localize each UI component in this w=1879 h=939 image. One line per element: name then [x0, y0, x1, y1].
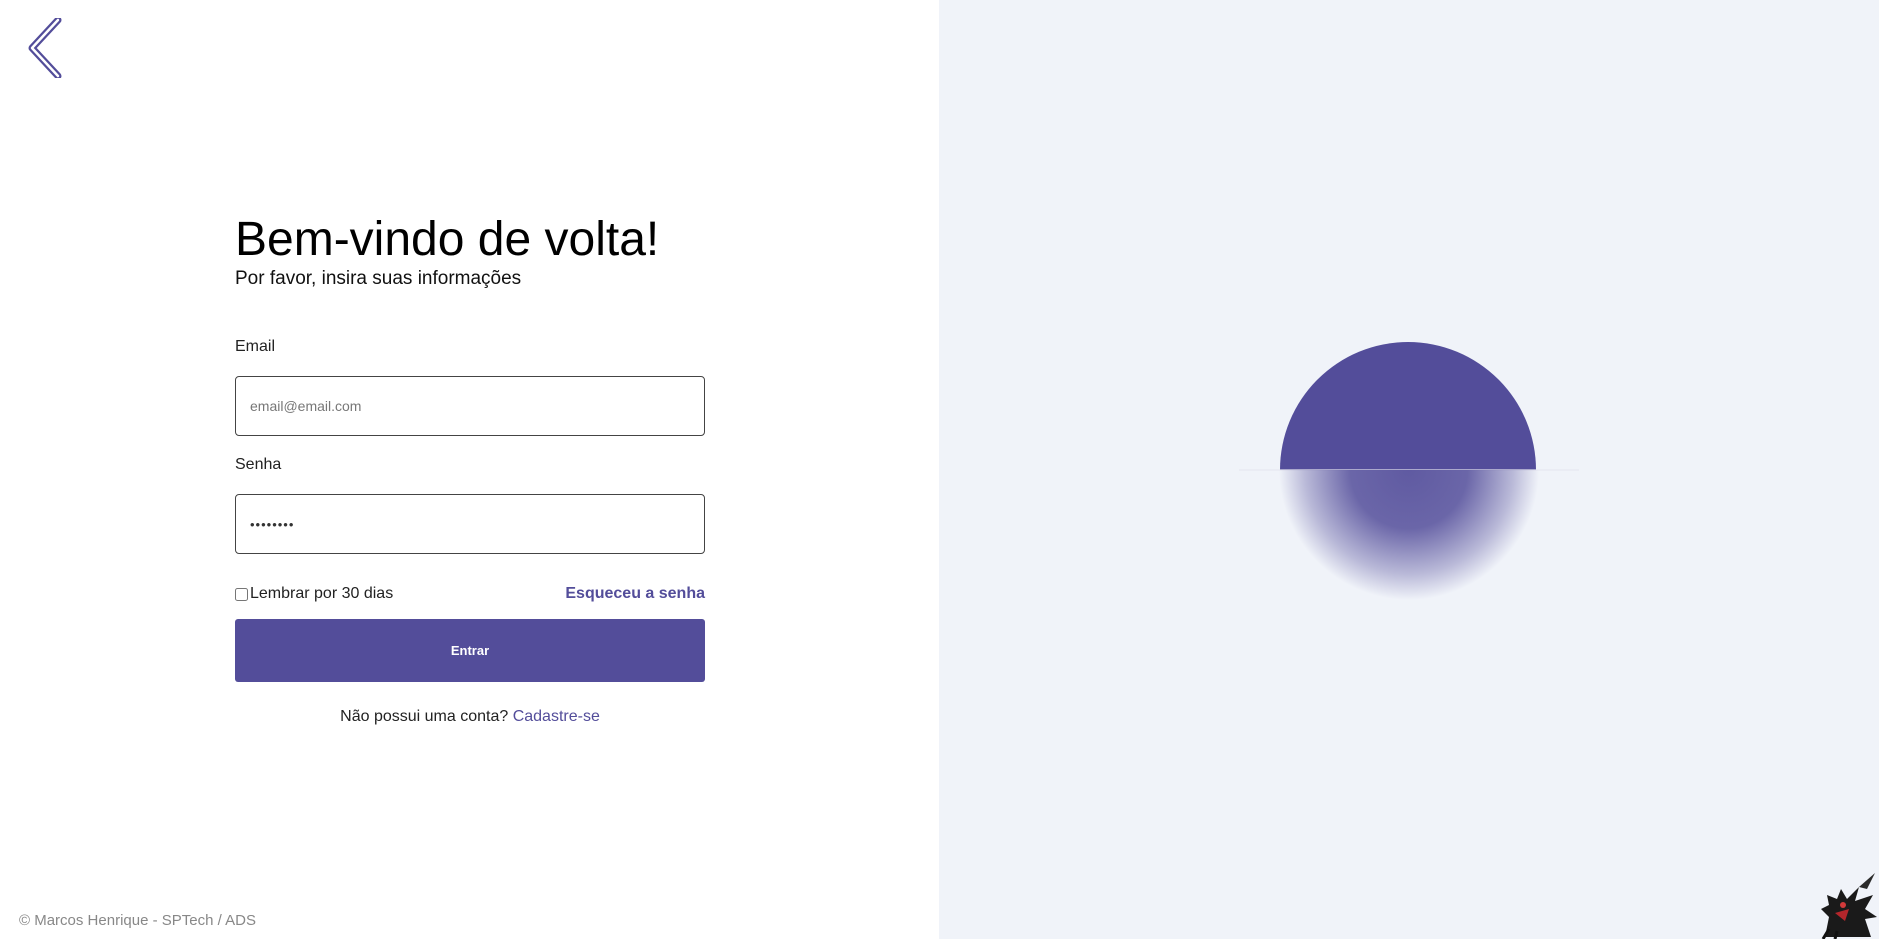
- page-title: Bem-vindo de volta!: [235, 213, 660, 266]
- password-field[interactable]: [235, 494, 705, 554]
- email-label: Email: [235, 338, 276, 355]
- sun-shape: [1280, 342, 1536, 470]
- remember-me: Lembrar por 30 dias: [235, 585, 393, 603]
- login-form: Bem-vindo de volta! Por favor, insira su…: [235, 210, 707, 725]
- back-button[interactable]: [28, 18, 68, 78]
- signup-prompt-text: Não possui uma conta?: [340, 708, 509, 725]
- sun-reflection: [1239, 470, 1579, 610]
- password-label: Senha: [235, 456, 282, 473]
- signup-link[interactable]: Cadastre-se: [513, 708, 600, 725]
- page-subtitle: Por favor, insira suas informações: [235, 268, 522, 289]
- remember-label: Lembrar por 30 dias: [250, 585, 394, 602]
- forgot-password-link[interactable]: Esqueceu a senha: [565, 585, 705, 603]
- footer-credit: © Marcos Henrique - SPTech / ADS: [19, 912, 256, 929]
- login-button[interactable]: Entrar: [235, 619, 705, 682]
- remember-checkbox[interactable]: [235, 587, 248, 601]
- illustration-panel: [939, 0, 1879, 939]
- login-panel: Bem-vindo de volta! Por favor, insira su…: [0, 0, 939, 939]
- chevron-left-icon: [28, 18, 62, 78]
- email-field[interactable]: [235, 376, 705, 436]
- dragon-mascot-icon: [1821, 873, 1877, 939]
- signup-prompt: Não possui uma conta? Cadastre-se: [235, 708, 705, 726]
